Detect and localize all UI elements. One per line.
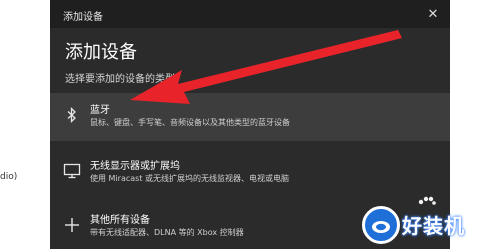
- option-description: 使用 Miracast 或无线扩展坞的无线监视器、电视或电脑: [90, 174, 290, 183]
- watermark-text: 好装机: [402, 214, 465, 238]
- background-side-text: dio): [0, 172, 18, 182]
- option-bluetooth[interactable]: 蓝牙 鼠标、键盘、手写笔、音频设备以及其他类型的蓝牙设备: [50, 93, 450, 141]
- option-label: 无线显示器或扩展坞: [90, 161, 180, 172]
- option-description: 带有无线适配器、DLNA 等的 Xbox 控制器: [90, 228, 244, 237]
- option-label: 蓝牙: [90, 105, 110, 116]
- watermark-logo: 好装机: [362, 200, 500, 249]
- watermark-circle-icon: [362, 206, 400, 244]
- window-title: 添加设备: [63, 12, 103, 23]
- close-icon: ✕: [427, 6, 439, 22]
- option-label: 其他所有设备: [90, 215, 150, 226]
- plus-icon: [62, 215, 82, 235]
- monitor-icon: [62, 161, 82, 181]
- title-bar: 添加设备 ✕: [50, 0, 450, 28]
- option-description: 鼠标、键盘、手写笔、音频设备以及其他类型的蓝牙设备: [90, 118, 290, 127]
- bluetooth-icon: [62, 105, 82, 125]
- option-wireless-display[interactable]: 无线显示器或扩展坞 使用 Miracast 或无线扩展坞的无线监视器、电视或电脑: [50, 149, 450, 197]
- close-button[interactable]: ✕: [416, 0, 450, 28]
- page-subtitle: 选择要添加的设备的类型。: [65, 74, 185, 85]
- page-title: 添加设备: [65, 42, 137, 63]
